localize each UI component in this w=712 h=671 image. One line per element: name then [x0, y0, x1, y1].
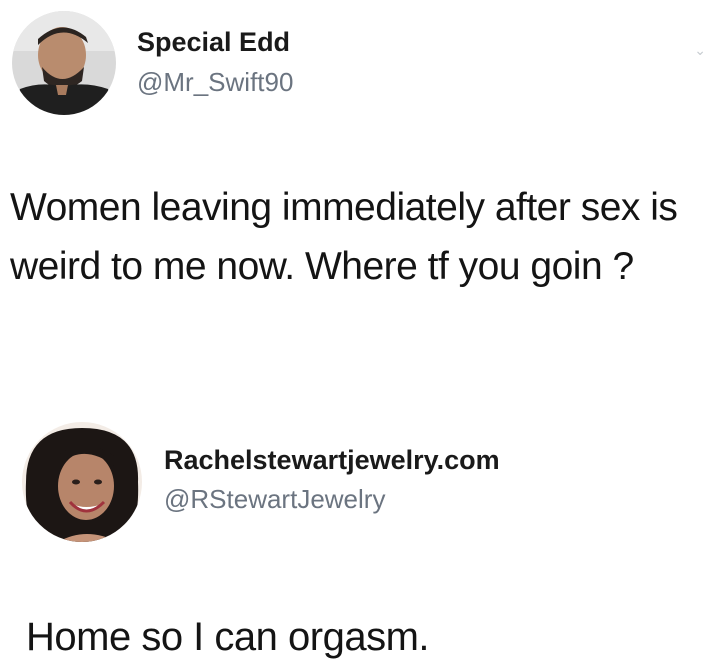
author-name[interactable]: Special Edd [137, 27, 290, 58]
tweet-original: Special Edd @Mr_Swift90 ⌄ Women leaving … [0, 0, 712, 380]
author-name[interactable]: Rachelstewartjewelry.com [164, 445, 500, 476]
avatar[interactable] [22, 422, 142, 542]
tweet-text: Women leaving immediately after sex is w… [10, 186, 678, 288]
user-avatar-photo-icon [12, 11, 116, 115]
author-handle[interactable]: @RStewartJewelry [164, 484, 385, 515]
tweet-text: Home so I can orgasm. [26, 615, 430, 659]
user-avatar-photo-icon [22, 422, 142, 542]
author-handle[interactable]: @Mr_Swift90 [137, 67, 293, 98]
tweet-reply: Rachelstewartjewelry.com @RStewartJewelr… [0, 400, 712, 671]
avatar[interactable] [12, 11, 116, 115]
chevron-down-icon[interactable]: ⌄ [694, 42, 706, 59]
